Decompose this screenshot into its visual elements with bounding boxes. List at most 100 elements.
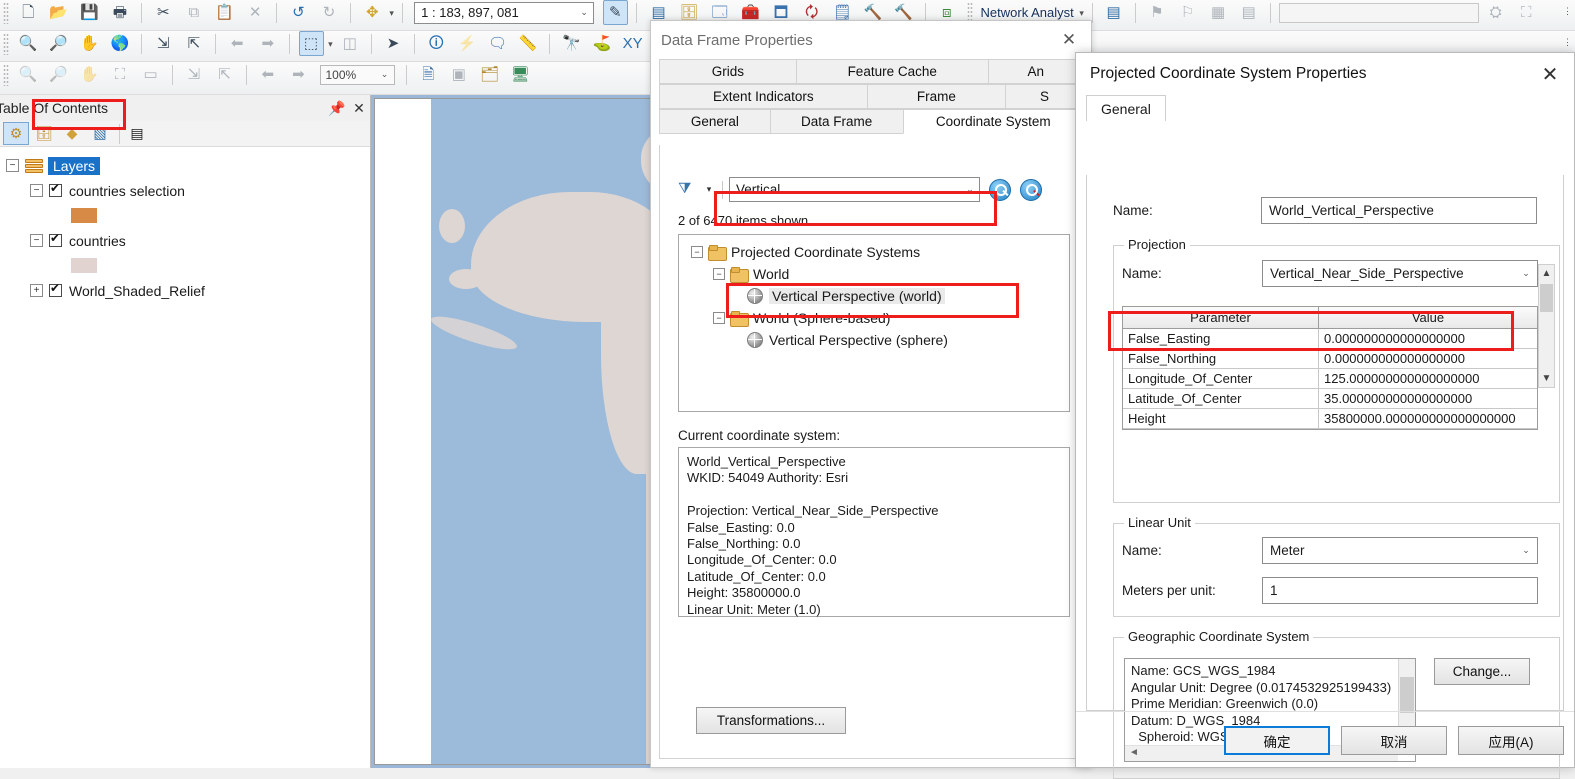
toggle-draft-mode-icon[interactable]: 🗎 [416,62,441,87]
list-by-source-icon[interactable]: 🗄 [31,122,57,145]
select-elements-icon[interactable]: ➤ [381,31,406,56]
scrollbar-thumb[interactable] [1540,284,1553,312]
identify-icon[interactable]: 🛈 [424,31,449,56]
apply-button[interactable]: 应用(A) [1458,726,1564,755]
tree-node-world[interactable]: − World [691,263,1069,285]
toc-root-row[interactable]: − Layers [0,153,370,178]
ok-button[interactable]: 确定 [1224,726,1330,755]
parameter-table-scrollbar[interactable]: ▲ ▼ [1538,264,1555,388]
tab-general[interactable]: General [659,109,771,134]
network-dataset-combo[interactable] [1278,2,1479,23]
tab-annotation-groups[interactable]: An [987,59,1084,84]
expander-icon[interactable]: − [691,246,703,258]
go-back-extent-icon[interactable]: ⬅ [225,31,250,56]
toc-layer-row-countries[interactable]: − countries [0,228,370,253]
expander-icon[interactable]: − [6,159,19,172]
clear-search-icon[interactable] [1020,178,1042,201]
scroll-down-icon[interactable]: ▼ [1539,370,1554,387]
go-back-layout-icon[interactable]: ⬅ [255,62,280,87]
tab-general[interactable]: General [1086,95,1166,121]
close-icon[interactable]: ✕ [348,100,370,117]
measure-icon[interactable]: 📏 [516,31,541,56]
layer-visibility-checkbox[interactable] [49,181,62,197]
tab-extent-indicators[interactable]: Extent Indicators [659,84,868,109]
scroll-up-icon[interactable]: ▲ [1539,265,1554,282]
search-icon[interactable] [989,178,1011,201]
zoom-control-icon[interactable]: ⇲ [181,62,206,87]
toc-layer-row-world-shaded-relief[interactable]: + World_Shaded_Relief [0,278,370,303]
editor-toolbar-icon[interactable]: ✎ [602,0,628,25]
layout-zoom-out-icon[interactable]: 🔎 [46,62,71,87]
table-row[interactable]: Height 35800000.000000000000000000 [1123,409,1537,429]
layer-visibility-checkbox[interactable] [49,231,62,247]
layout-zoom-combo[interactable]: 100% ⌄ [319,64,395,85]
select-features-icon[interactable]: ⬚ [298,31,324,56]
new-icon[interactable]: 🗋 [16,0,41,25]
table-row[interactable]: False_Northing 0.000000000000000000 [1123,349,1537,369]
chevron-down-icon[interactable]: ⌄ [1519,545,1533,556]
transformations-button[interactable]: Transformations... [696,707,846,734]
expander-icon[interactable]: − [713,312,725,324]
network-analyst-dropdown-icon[interactable]: ▾ [1079,8,1084,18]
tree-node-vertical-perspective-sphere[interactable]: Vertical Perspective (sphere) [691,329,1069,351]
build-network-icon[interactable]: ▦ [1206,0,1231,25]
layout-zoom-in-icon[interactable]: 🔍 [16,62,41,87]
tab-grids[interactable]: Grids [659,59,797,84]
find-route-icon[interactable]: ⛳ [590,31,615,56]
go-to-xy-icon[interactable]: XY [620,31,645,56]
layer-symbol-swatch[interactable] [71,208,97,223]
projection-name-combo[interactable]: Vertical_Near_Side_Perspective ⌄ [1262,260,1538,287]
parameter-value[interactable]: 125.000000000000000000 [1319,369,1537,389]
filter-icon[interactable]: ⧩ [678,180,700,200]
parameter-value[interactable]: 35.000000000000000000 [1319,389,1537,409]
add-data-dropdown-icon[interactable]: ▾ [389,8,394,18]
name-field[interactable]: World_Vertical_Perspective [1261,197,1537,224]
coordinate-system-tree[interactable]: − Projected Coordinate Systems − World V… [678,234,1070,412]
save-icon[interactable]: 💾 [77,0,102,25]
find-icon[interactable]: 🔭 [559,31,584,56]
toolbar-overflow-icon[interactable]: ⋮ [1562,37,1573,48]
toc-layer-row-countries-selection[interactable]: − countries selection [0,178,370,203]
fixed-zoom-in-icon[interactable]: ⇲ [151,31,176,56]
toolbar-grip[interactable] [3,63,9,86]
tab-data-frame[interactable]: Data Frame [769,109,904,134]
chevron-down-icon[interactable]: ⌄ [1519,268,1533,279]
network-location-tool-icon[interactable]: ⚐ [1175,0,1200,25]
cut-icon[interactable]: ✂ [151,0,176,25]
layer-visibility-checkbox[interactable] [49,281,62,297]
network-identify-icon[interactable]: ⛶ [1514,0,1539,25]
add-data-icon[interactable]: ✥ [360,0,385,25]
open-icon[interactable]: 📂 [46,0,71,25]
solve-icon[interactable]: ⛭ [1483,0,1508,25]
zoom-out-icon[interactable]: 🔎 [46,31,71,56]
focus-data-frame-icon[interactable]: ▣ [446,62,471,87]
zoom-in-icon[interactable]: 🔍 [16,31,41,56]
list-by-selection-icon[interactable]: ▧ [87,122,113,145]
print-icon[interactable]: 🖶 [108,0,133,25]
pin-icon[interactable]: 📌 [326,100,348,117]
data-driven-pages-icon[interactable]: 🖥 [508,62,533,87]
select-features-dropdown-icon[interactable]: ▾ [328,39,333,49]
chevron-down-icon[interactable]: ⌄ [577,7,591,18]
zoom-whole-page-icon[interactable]: ⛶ [108,62,133,87]
list-by-drawing-order-icon[interactable]: ⚙ [3,122,29,145]
parameter-value[interactable]: 0.000000000000000000 [1319,329,1537,349]
redo-icon[interactable]: ↻ [317,0,342,25]
meters-per-unit-field[interactable]: 1 [1262,577,1538,604]
pan-icon[interactable]: ✋ [77,31,102,56]
map-scale-combo[interactable]: 1 : 183, 897, 081 ⌄ [414,1,595,24]
toolbar-grip[interactable] [3,1,9,24]
directions-icon[interactable]: ▤ [1236,0,1261,25]
full-extent-icon[interactable]: 🌎 [108,31,133,56]
html-popup-icon[interactable]: 🗨 [485,31,510,56]
unit-name-combo[interactable]: Meter ⌄ [1262,537,1538,564]
list-by-visibility-icon[interactable]: ◆ [59,122,85,145]
change-button[interactable]: Change... [1434,658,1530,685]
expander-icon[interactable]: − [713,268,725,280]
create-network-location-icon[interactable]: ⚑ [1144,0,1169,25]
close-icon[interactable]: ✕ [1047,30,1091,50]
fixed-zoom-out-icon[interactable]: ⇱ [181,31,206,56]
scrollbar-thumb[interactable] [1400,677,1414,713]
cancel-button[interactable]: 取消 [1341,726,1447,755]
tab-coordinate-system[interactable]: Coordinate System [902,109,1084,134]
